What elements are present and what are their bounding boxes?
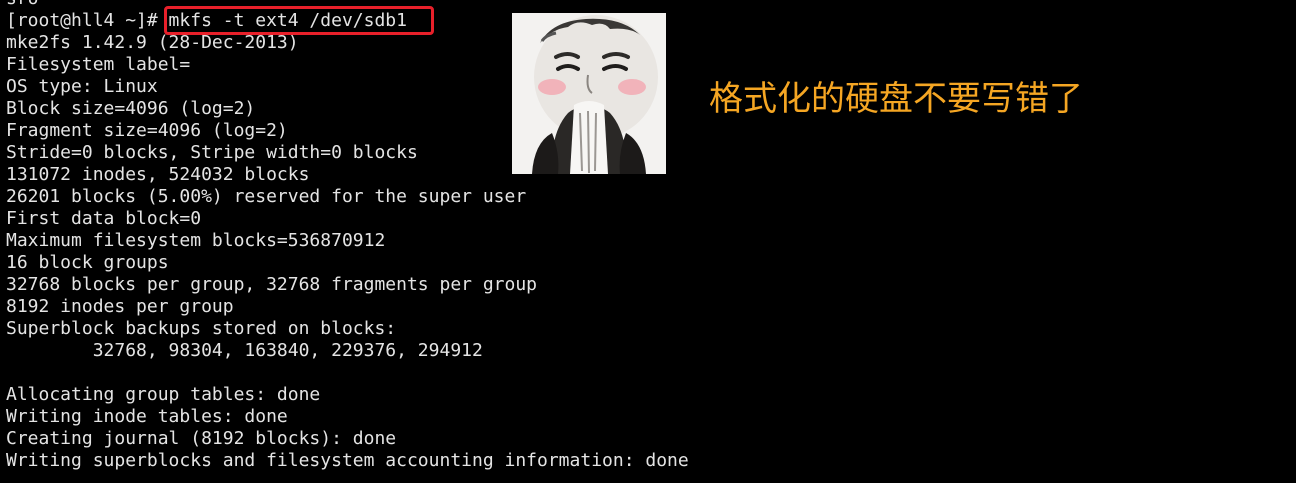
command-highlight-box <box>164 6 434 35</box>
terminal-line: 32768, 98304, 163840, 229376, 294912 <box>6 340 483 361</box>
terminal-line: Creating journal (8192 blocks): done <box>6 428 397 449</box>
terminal-line: 26201 blocks (5.00%) reserved for the su… <box>6 186 527 207</box>
terminal-line: Maximum filesystem blocks=536870912 <box>6 230 386 251</box>
terminal-line: Writing inode tables: done <box>6 406 288 427</box>
terminal-line: First data block=0 <box>6 208 202 229</box>
warning-caption: 格式化的硬盘不要写错了 <box>709 79 1083 119</box>
meme-drawing <box>512 13 666 174</box>
terminal-line: Superblock backups stored on blocks: <box>6 318 397 339</box>
terminal-window[interactable]: sro[root@hll4 ~]# mkfs -t ext4 /dev/sdb1… <box>0 0 1296 483</box>
terminal-line: 8192 inodes per group <box>6 296 234 317</box>
terminal-line: Writing superblocks and filesystem accou… <box>6 450 689 471</box>
panda-face-meme-icon <box>512 13 666 174</box>
terminal-line: 16 block groups <box>6 252 169 273</box>
terminal-line: Allocating group tables: done <box>6 384 321 405</box>
terminal-line: 32768 blocks per group, 32768 fragments … <box>6 274 538 295</box>
